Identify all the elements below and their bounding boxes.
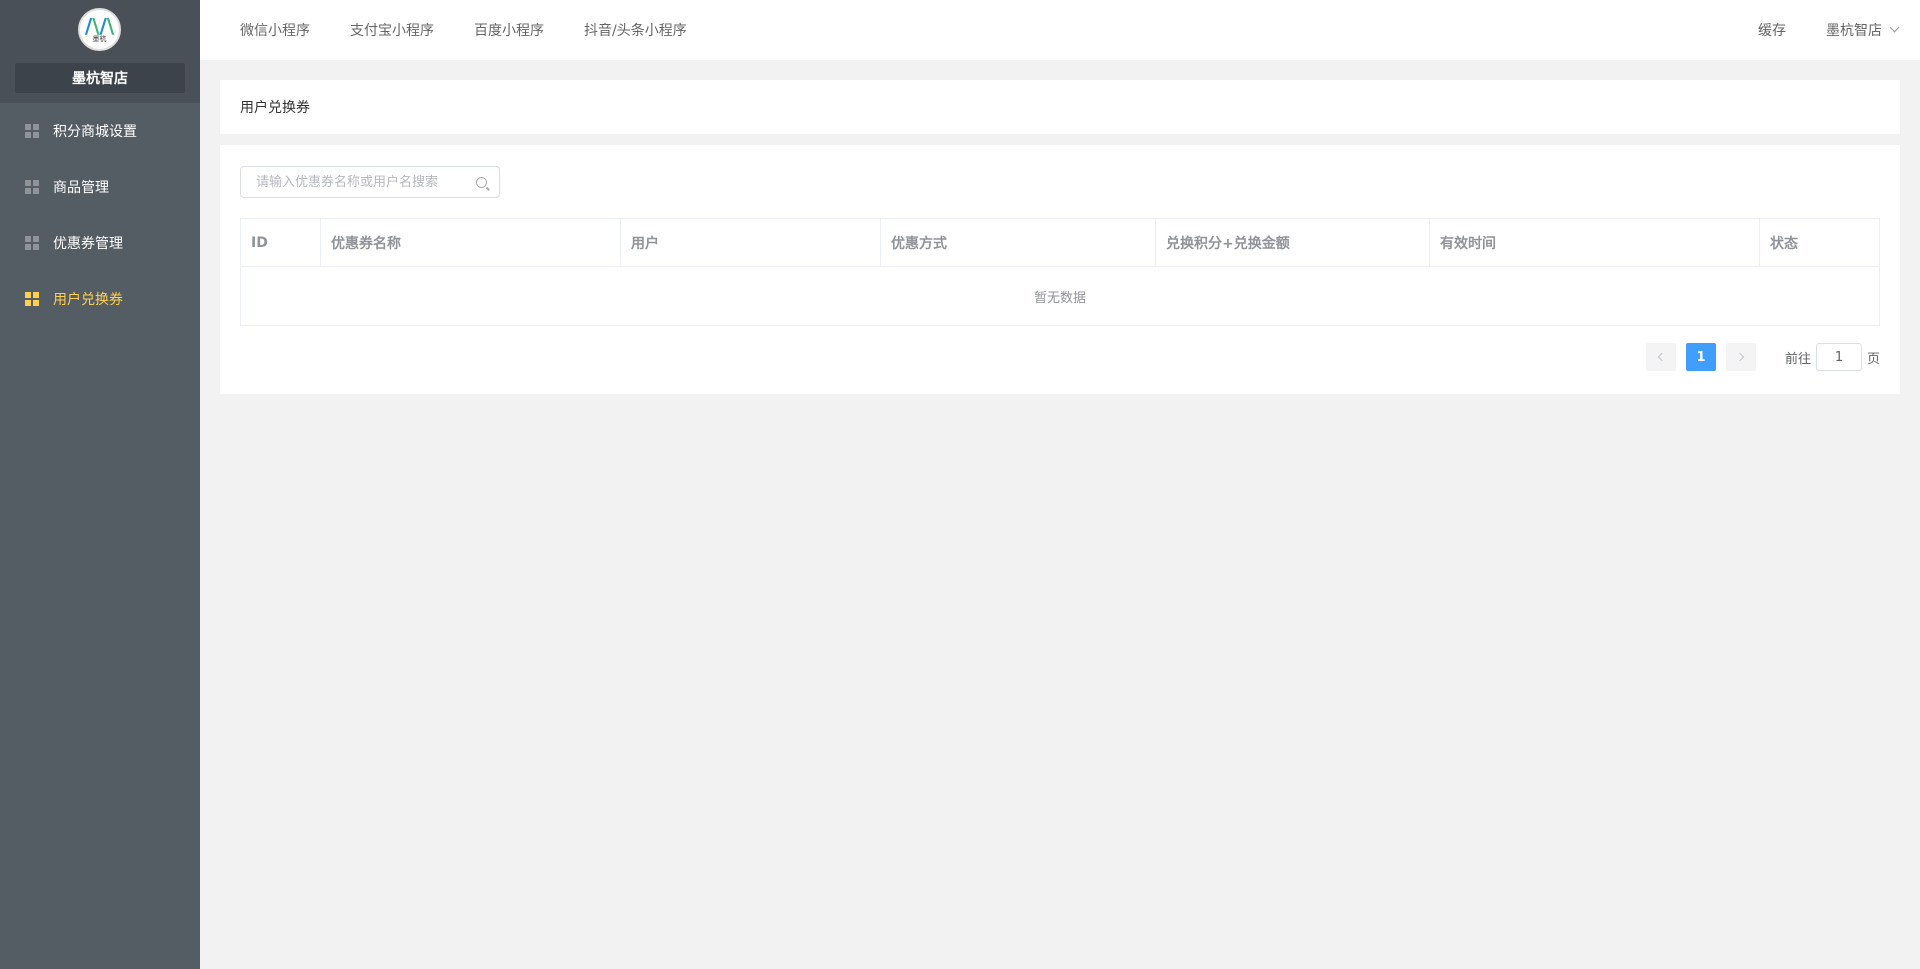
page-title: 用户兑换券 — [240, 100, 310, 116]
sidebar-item-coupon-management[interactable]: 优惠券管理 — [0, 215, 200, 271]
page-title-card: 用户兑换券 — [220, 80, 1900, 134]
sidebar-header: /\/\ 墨杭 墨杭智店 — [0, 0, 200, 103]
sidebar-item-user-vouchers[interactable]: 用户兑换券 — [0, 271, 200, 327]
grid-icon — [25, 236, 39, 250]
sidebar-item-label: 优惠券管理 — [53, 236, 123, 252]
page-number-current[interactable]: 1 — [1685, 343, 1716, 371]
user-name: 墨杭智店 — [1826, 23, 1882, 39]
logo-mark-icon: /\/\ — [84, 13, 115, 38]
tab-alipay-miniprogram[interactable]: 支付宝小程序 — [350, 20, 434, 40]
goto-page: 前往 页 — [1785, 343, 1880, 371]
sidebar-item-label: 用户兑换券 — [53, 292, 123, 308]
column-header-status: 状态 — [1770, 236, 1798, 252]
column-header-points-amount: 兑换积分+兑换金额 — [1156, 219, 1430, 267]
top-bar: 微信小程序 支付宝小程序 百度小程序 抖音/头条小程序 缓存 墨杭智店 — [200, 0, 1920, 60]
column-header-coupon-name: 优惠券名称 — [321, 219, 621, 267]
tab-baidu-miniprogram[interactable]: 百度小程序 — [474, 20, 544, 40]
search-box — [240, 166, 500, 198]
user-dropdown[interactable]: 墨杭智店 — [1826, 20, 1900, 40]
column-header-user: 用户 — [621, 219, 881, 267]
tab-douyin-miniprogram[interactable]: 抖音/头条小程序 — [584, 20, 687, 40]
goto-prefix: 前往 — [1784, 351, 1811, 367]
search-input[interactable] — [241, 167, 461, 197]
sidebar-menu: 积分商城设置 商品管理 优惠券管理 用户兑换券 — [0, 103, 200, 327]
column-header-id: ID — [241, 219, 321, 267]
store-name: 墨杭智店 — [15, 63, 185, 93]
table-empty-state: 暂无数据 — [1033, 290, 1086, 306]
top-right-actions: 缓存 墨杭智店 — [1758, 0, 1900, 60]
next-page-button[interactable] — [1725, 343, 1756, 371]
column-header-discount-method: 优惠方式 — [881, 219, 1156, 267]
sidebar-item-label: 积分商城设置 — [53, 124, 137, 140]
goto-page-input[interactable] — [1815, 343, 1862, 371]
top-nav: 微信小程序 支付宝小程序 百度小程序 抖音/头条小程序 — [240, 0, 727, 60]
table-header: ID 优惠券名称 用户 优惠方式 兑换积分+兑换金额 有效时间 状态 — [241, 219, 1879, 267]
cache-button[interactable]: 缓存 — [1758, 20, 1786, 40]
sidebar-item-product-management[interactable]: 商品管理 — [0, 159, 200, 215]
chevron-down-icon — [1889, 22, 1900, 33]
logo: /\/\ 墨杭 — [78, 8, 121, 51]
grid-icon — [25, 124, 39, 138]
sidebar-item-points-mall-settings[interactable]: 积分商城设置 — [0, 103, 200, 159]
goto-suffix: 页 — [1866, 351, 1880, 367]
sidebar: /\/\ 墨杭 墨杭智店 积分商城设置 商品管理 优惠券管理 用户兑换券 — [0, 0, 200, 969]
chevron-left-icon — [1657, 352, 1667, 362]
sidebar-item-label: 商品管理 — [53, 180, 109, 196]
grid-icon — [25, 292, 39, 306]
pagination: 1 前往 页 — [1641, 343, 1880, 371]
tab-wechat-miniprogram[interactable]: 微信小程序 — [240, 20, 310, 40]
column-header-valid-time: 有效时间 — [1430, 219, 1760, 267]
chevron-right-icon — [1735, 352, 1745, 362]
logo-text: 墨杭 — [92, 34, 107, 43]
prev-page-button[interactable] — [1645, 343, 1676, 371]
content-card: ID 优惠券名称 用户 优惠方式 兑换积分+兑换金额 有效时间 状态 暂无数据 … — [220, 145, 1900, 394]
grid-icon — [25, 180, 39, 194]
search-icon[interactable] — [476, 177, 487, 188]
voucher-table: ID 优惠券名称 用户 优惠方式 兑换积分+兑换金额 有效时间 状态 暂无数据 — [240, 218, 1880, 326]
